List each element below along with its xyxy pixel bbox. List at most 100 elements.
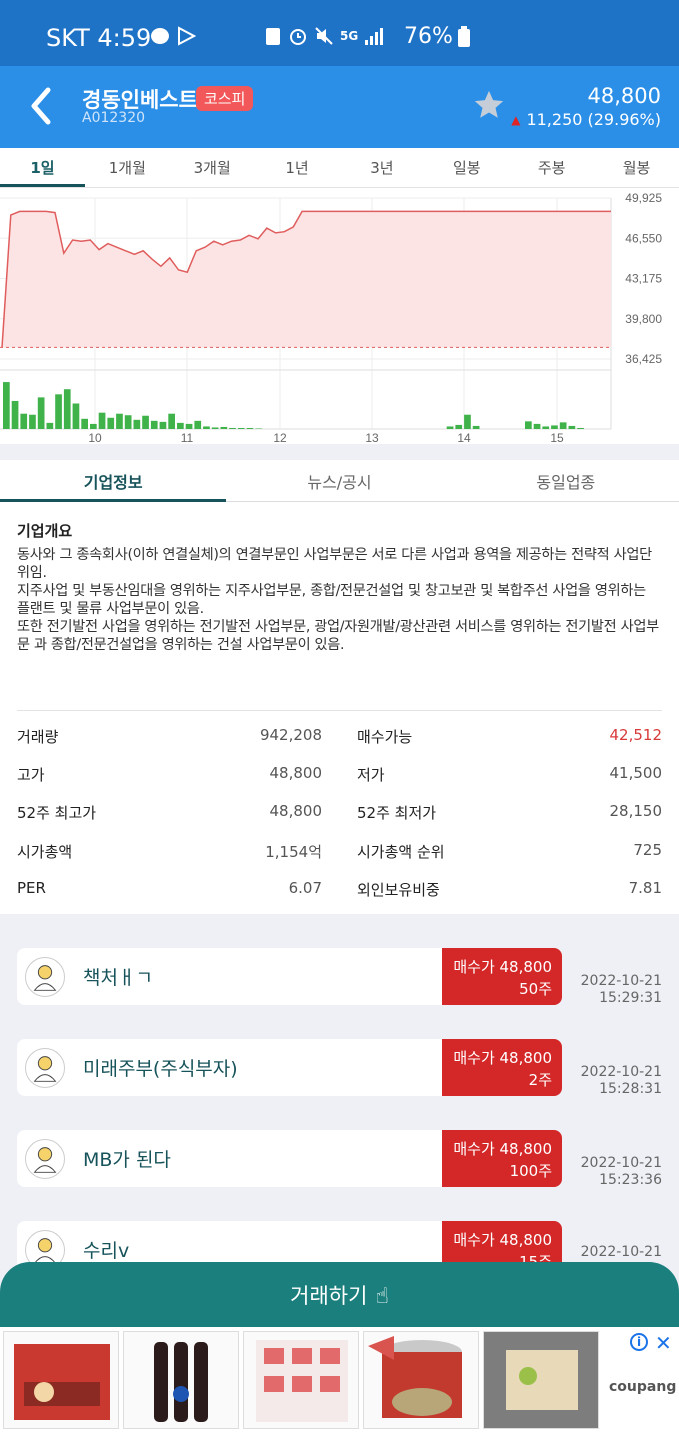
price-chart[interactable]: 49,925 46,550 43,175 39,800 36,425 10 11 12 13 14… — [0, 188, 679, 444]
trade-button[interactable]: 거래하기 ☝ — [0, 1262, 679, 1327]
volume-bar — [29, 414, 36, 429]
ad-brand-logo: coupang — [609, 1379, 677, 1395]
company-info-panel: 기업개요 동사와 그 종속회사(이하 연결실체)의 연결부문인 사업부문은 서로… — [0, 502, 679, 914]
signal-icon — [365, 28, 384, 45]
metric-label: 거래량 — [17, 728, 59, 746]
feed-time: 15:28:31 — [599, 1081, 662, 1097]
metric-value: 7.81 — [628, 879, 662, 897]
tab-1year[interactable]: 1년 — [255, 148, 340, 187]
volume-bar — [229, 427, 236, 429]
buy-order-badge: 매수가 48,800 50주 — [442, 948, 562, 1005]
feed-time: 15:23:36 — [599, 1172, 662, 1188]
battery-indicator: 76% — [404, 24, 471, 49]
recycle-icon — [266, 28, 280, 45]
metric-label: 52주 최저가 — [357, 804, 437, 822]
battery-percent: 76% — [404, 24, 453, 49]
order-price: 매수가 48,800 — [453, 1231, 552, 1249]
feed-date: 2022-10-21 — [580, 1064, 662, 1080]
tab-company-info[interactable]: 기업정보 — [0, 460, 227, 502]
metric-row: 거래량 942,208 매수가능 42,512 — [17, 726, 662, 750]
metric-value: 48,800 — [269, 764, 323, 782]
tab-monthly-candle[interactable]: 월봉 — [594, 148, 679, 187]
volume-bar — [72, 403, 80, 429]
metric-value: 28,150 — [609, 802, 663, 820]
network-type: 5G — [340, 29, 359, 43]
volume-bar — [525, 421, 532, 429]
canned-food-icon — [368, 1336, 462, 1418]
tab-1month[interactable]: 1개월 — [85, 148, 170, 187]
order-qty: 2주 — [528, 1071, 552, 1089]
tab-same-industry[interactable]: 동일업종 — [453, 460, 679, 501]
volume-bar — [177, 422, 184, 429]
trade-feed-item[interactable]: 책처ㅐㄱ 매수가 48,800 50주 — [17, 948, 562, 1005]
feed-timestamp: 2022-10-21 15:29:31 — [572, 973, 662, 1007]
metric-label: 고가 — [17, 766, 45, 784]
price-change-value: 11,250 (29.96%) — [526, 110, 661, 129]
current-price: 48,800 — [587, 84, 661, 108]
period-tabs: 1일 1개월 3개월 1년 3년 일봉 주봉 월봉 — [0, 148, 679, 188]
ad-product-image[interactable] — [123, 1331, 239, 1429]
price-chart-svg: 49,925 46,550 43,175 39,800 36,425 10 11 12 13 14… — [0, 191, 662, 444]
avatar-icon — [25, 1139, 65, 1179]
volume-bar — [237, 427, 245, 429]
feed-timestamp: 2022-10-21 15:28:31 — [572, 1064, 662, 1098]
ad-product-image[interactable] — [243, 1331, 359, 1429]
egg-carton-icon — [484, 1332, 598, 1428]
trade-feed-item[interactable]: MB가 된다 매수가 48,800 100주 — [17, 1130, 562, 1187]
company-overview-title: 기업개요 — [17, 522, 73, 540]
feed-username: 수리v — [83, 1240, 130, 1262]
metric-row: 52주 최고가 48,800 52주 최저가 28,150 — [17, 802, 662, 826]
tab-3month[interactable]: 3개월 — [170, 148, 255, 187]
ad-info-icon[interactable]: i — [630, 1333, 648, 1351]
favorite-star-icon[interactable] — [472, 88, 506, 122]
feed-date: 2022-10-21 — [580, 1244, 662, 1260]
tab-1day[interactable]: 1일 — [0, 148, 85, 187]
tap-hand-icon: ☝ — [375, 1284, 389, 1309]
feed-date: 2022-10-21 — [580, 1155, 662, 1171]
ad-product-image[interactable] — [363, 1331, 479, 1429]
stock-code: A012320 — [82, 110, 146, 126]
volume-bar — [255, 428, 262, 429]
volume-bar — [20, 413, 28, 429]
volume-bar — [246, 427, 254, 429]
trade-feed-item[interactable]: 미래주부(주식부자) 매수가 48,800 2주 — [17, 1039, 562, 1096]
ad-product-image[interactable] — [483, 1331, 599, 1429]
metric-value: 42,512 — [609, 726, 663, 744]
metric-value: 48,800 — [269, 802, 323, 820]
tab-weekly-candle[interactable]: 주봉 — [509, 148, 594, 187]
metric-value: 942,208 — [259, 726, 322, 744]
notification-icons — [150, 26, 196, 46]
metric-label: PER — [17, 879, 46, 897]
back-arrow-icon[interactable] — [26, 86, 56, 126]
ad-product-image[interactable] — [3, 1331, 119, 1429]
price-area-fill — [2, 211, 611, 348]
y-axis-tick-label: 43,175 — [625, 272, 662, 286]
order-qty: 50주 — [519, 980, 552, 998]
divider — [17, 710, 662, 711]
volume-bar — [168, 413, 175, 429]
order-qty: 100주 — [509, 1162, 552, 1180]
tab-3year[interactable]: 3년 — [340, 148, 425, 187]
metric-value: 6.07 — [288, 879, 322, 897]
volume-bar — [446, 426, 454, 429]
volume-bar — [46, 422, 54, 429]
x-axis-tick-label: 15 — [550, 431, 564, 444]
volume-bar — [107, 417, 115, 429]
ad-banner[interactable]: i ✕ coupang — [0, 1327, 679, 1433]
volume-bar — [124, 415, 132, 429]
tab-daily-candle[interactable]: 일봉 — [424, 148, 509, 187]
feed-username: MB가 된다 — [83, 1149, 171, 1171]
metric-row: PER 6.07 외인보유비중 7.81 — [17, 879, 662, 903]
volume-bar — [211, 427, 219, 429]
volume-bar — [551, 425, 558, 429]
ad-close-icon[interactable]: ✕ — [655, 1331, 672, 1355]
metric-value: 41,500 — [609, 764, 663, 782]
stock-header: 경동인베스트 코스피 A012320 48,800 ▲ 11,250 (29.9… — [0, 66, 679, 148]
avatar-icon — [25, 957, 65, 997]
volume-bar — [133, 419, 141, 429]
metric-label: 52주 최고가 — [17, 804, 97, 822]
metric-label: 매수가능 — [357, 728, 413, 746]
market-badge: 코스피 — [196, 86, 254, 111]
x-axis-tick-label: 14 — [457, 431, 471, 444]
tab-news[interactable]: 뉴스/공시 — [226, 460, 452, 501]
